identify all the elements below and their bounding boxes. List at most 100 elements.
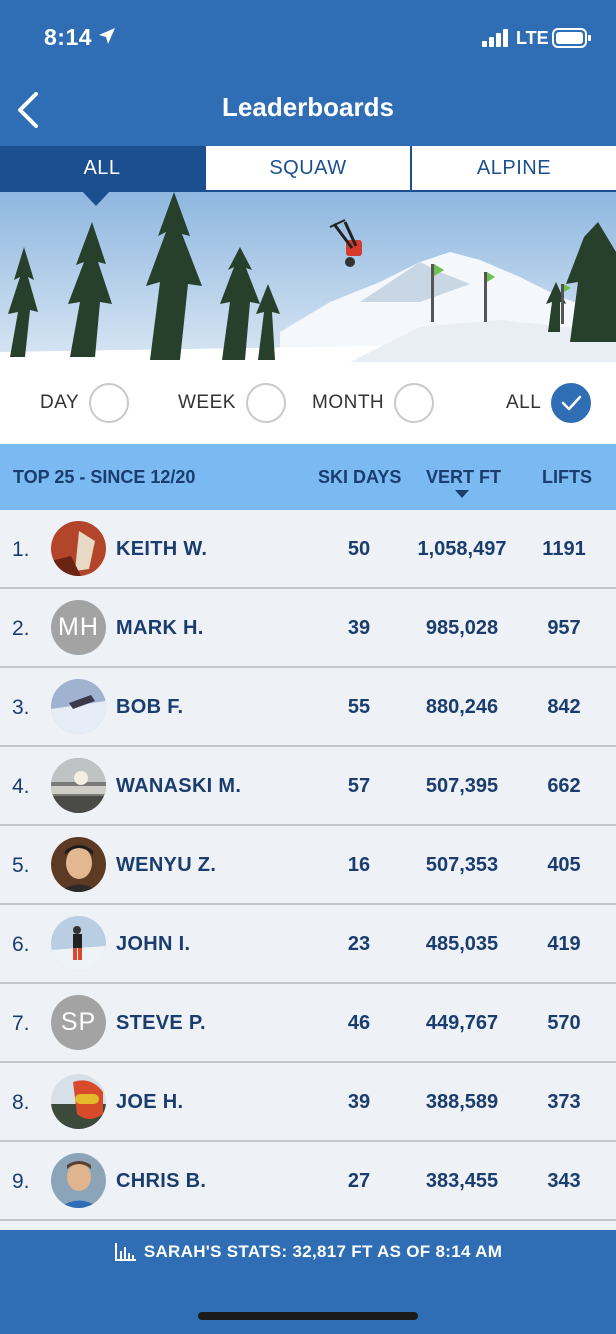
my-stats-text: SARAH'S STATS: 32,817 FT AS OF 8:14 AM	[143, 1242, 503, 1261]
lifts: 570	[547, 1012, 581, 1034]
table-row[interactable]: 9. CHRIS B. 27 383,455 343	[0, 1142, 616, 1221]
status-bar: 8:14 LTE	[0, 0, 616, 76]
table-row[interactable]: 7. SP STEVE P. 46 449,767 570	[0, 984, 616, 1063]
period-all-radio[interactable]	[551, 383, 592, 423]
header-lifts[interactable]: LIFTS	[542, 467, 592, 488]
period-week-label: WEEK	[178, 392, 236, 413]
user-name: JOHN I.	[116, 933, 191, 955]
rank: 7.	[12, 1012, 30, 1035]
avatar-photo-icon	[51, 1153, 106, 1208]
checkmark-icon	[562, 395, 582, 411]
avatar	[51, 679, 106, 734]
avatar-photo-icon	[51, 1074, 106, 1129]
user-name: WENYU Z.	[116, 854, 217, 876]
lifts: 419	[547, 933, 581, 955]
user-name: KEITH W.	[116, 538, 208, 560]
vert-ft: 507,353	[425, 854, 499, 876]
vert-ft: 449,767	[425, 1012, 499, 1034]
bar-chart-icon	[114, 1243, 136, 1261]
vert-ft: 485,035	[425, 933, 499, 955]
leaderboard-table-header: TOP 25 - SINCE 12/20 SKI DAYS VERT FT LI…	[0, 444, 616, 510]
avatar-photo-icon	[51, 679, 106, 734]
avatar	[51, 1074, 106, 1129]
page-title: Leaderboards	[222, 92, 394, 122]
period-day-radio[interactable]	[89, 383, 130, 423]
location-arrow-icon	[99, 28, 115, 44]
avatar-photo-icon	[51, 837, 106, 892]
lifts: 662	[547, 775, 581, 797]
rank: 3.	[12, 696, 30, 719]
active-tab-pointer	[81, 190, 111, 206]
vert-ft: 507,395	[425, 775, 499, 797]
period-week-radio[interactable]	[245, 383, 286, 423]
avatar	[51, 1153, 106, 1208]
tab-squaw[interactable]: SQUAW	[206, 146, 412, 190]
ski-days: 39	[347, 617, 371, 639]
table-row[interactable]: 4. WANASKI M. 57 507,395 662	[0, 747, 616, 826]
vert-ft: 1,058,497	[417, 538, 507, 560]
sort-descending-icon	[455, 490, 469, 498]
period-all-label: ALL	[506, 392, 542, 413]
hero-ski-image	[0, 192, 616, 362]
user-name: JOE H.	[116, 1091, 184, 1113]
avatar: SP	[51, 995, 106, 1050]
ski-days: 23	[347, 933, 371, 955]
avatar: MH	[51, 600, 106, 655]
footer: SARAH'S STATS: 32,817 FT AS OF 8:14 AM	[0, 1230, 616, 1334]
vert-ft: 985,028	[425, 617, 499, 639]
avatar-photo-icon	[51, 916, 106, 971]
header-range: TOP 25 - SINCE 12/20	[13, 467, 196, 487]
ski-days: 16	[347, 854, 371, 876]
header-ski-days[interactable]: SKI DAYS	[318, 467, 401, 488]
table-row[interactable]: 6. JOHN I. 23 485,035 419	[0, 905, 616, 984]
ski-days: 50	[347, 538, 371, 560]
user-name: STEVE P.	[116, 1012, 206, 1034]
tab-all[interactable]: ALL	[0, 146, 206, 190]
period-all[interactable]: ALL	[506, 362, 592, 444]
table-row[interactable]: 3. BOB F. 55 880,246 842	[0, 668, 616, 747]
ski-days: 57	[347, 775, 371, 797]
lifts: 957	[547, 617, 581, 639]
network-label: LTE	[516, 28, 549, 48]
period-month-label: MONTH	[312, 392, 385, 413]
lifts: 842	[547, 696, 581, 718]
period-month[interactable]: MONTH	[312, 362, 435, 444]
vert-ft: 383,455	[425, 1170, 499, 1192]
period-day[interactable]: DAY	[40, 362, 130, 444]
lifts: 405	[547, 854, 581, 876]
avatar-photo-icon	[51, 758, 106, 813]
table-row[interactable]: 1. KEITH W. 50 1,058,497 1191	[0, 510, 616, 589]
tab-alpine[interactable]: ALPINE	[412, 146, 616, 190]
my-stats-bar[interactable]: SARAH'S STATS: 32,817 FT AS OF 8:14 AM	[0, 1230, 616, 1274]
user-name: BOB F.	[116, 696, 184, 718]
period-day-label: DAY	[40, 392, 80, 413]
rank: 8.	[12, 1091, 30, 1114]
user-name: WANASKI M.	[116, 775, 242, 797]
app-header: 8:14 LTE Leaderboards	[0, 0, 616, 146]
signal-icon	[482, 29, 508, 47]
rank: 4.	[12, 775, 30, 798]
rank: 1.	[12, 538, 30, 561]
ski-days: 46	[347, 1012, 371, 1034]
status-time: 8:14	[44, 24, 93, 50]
lifts: 343	[547, 1170, 581, 1192]
period-filter: DAY WEEK MONTH ALL	[0, 362, 616, 444]
avatar	[51, 916, 106, 971]
home-indicator[interactable]	[198, 1312, 418, 1320]
rank: 5.	[12, 854, 30, 877]
rank: 9.	[12, 1170, 30, 1193]
ski-days: 39	[347, 1091, 371, 1113]
avatar-photo-icon	[51, 521, 106, 576]
lifts: 373	[547, 1091, 581, 1113]
table-row[interactable]: 2. MH MARK H. 39 985,028 957	[0, 589, 616, 668]
rank: 6.	[12, 933, 30, 956]
period-month-radio[interactable]	[394, 383, 435, 423]
rank: 2.	[12, 617, 30, 640]
table-row[interactable]: 5. WENYU Z. 16 507,353 405	[0, 826, 616, 905]
avatar	[51, 837, 106, 892]
header-vert-ft[interactable]: VERT FT	[426, 467, 501, 488]
vert-ft: 880,246	[425, 696, 499, 718]
period-week[interactable]: WEEK	[178, 362, 286, 444]
avatar	[51, 758, 106, 813]
table-row[interactable]: 8. JOE H. 39 388,589 373	[0, 1063, 616, 1142]
